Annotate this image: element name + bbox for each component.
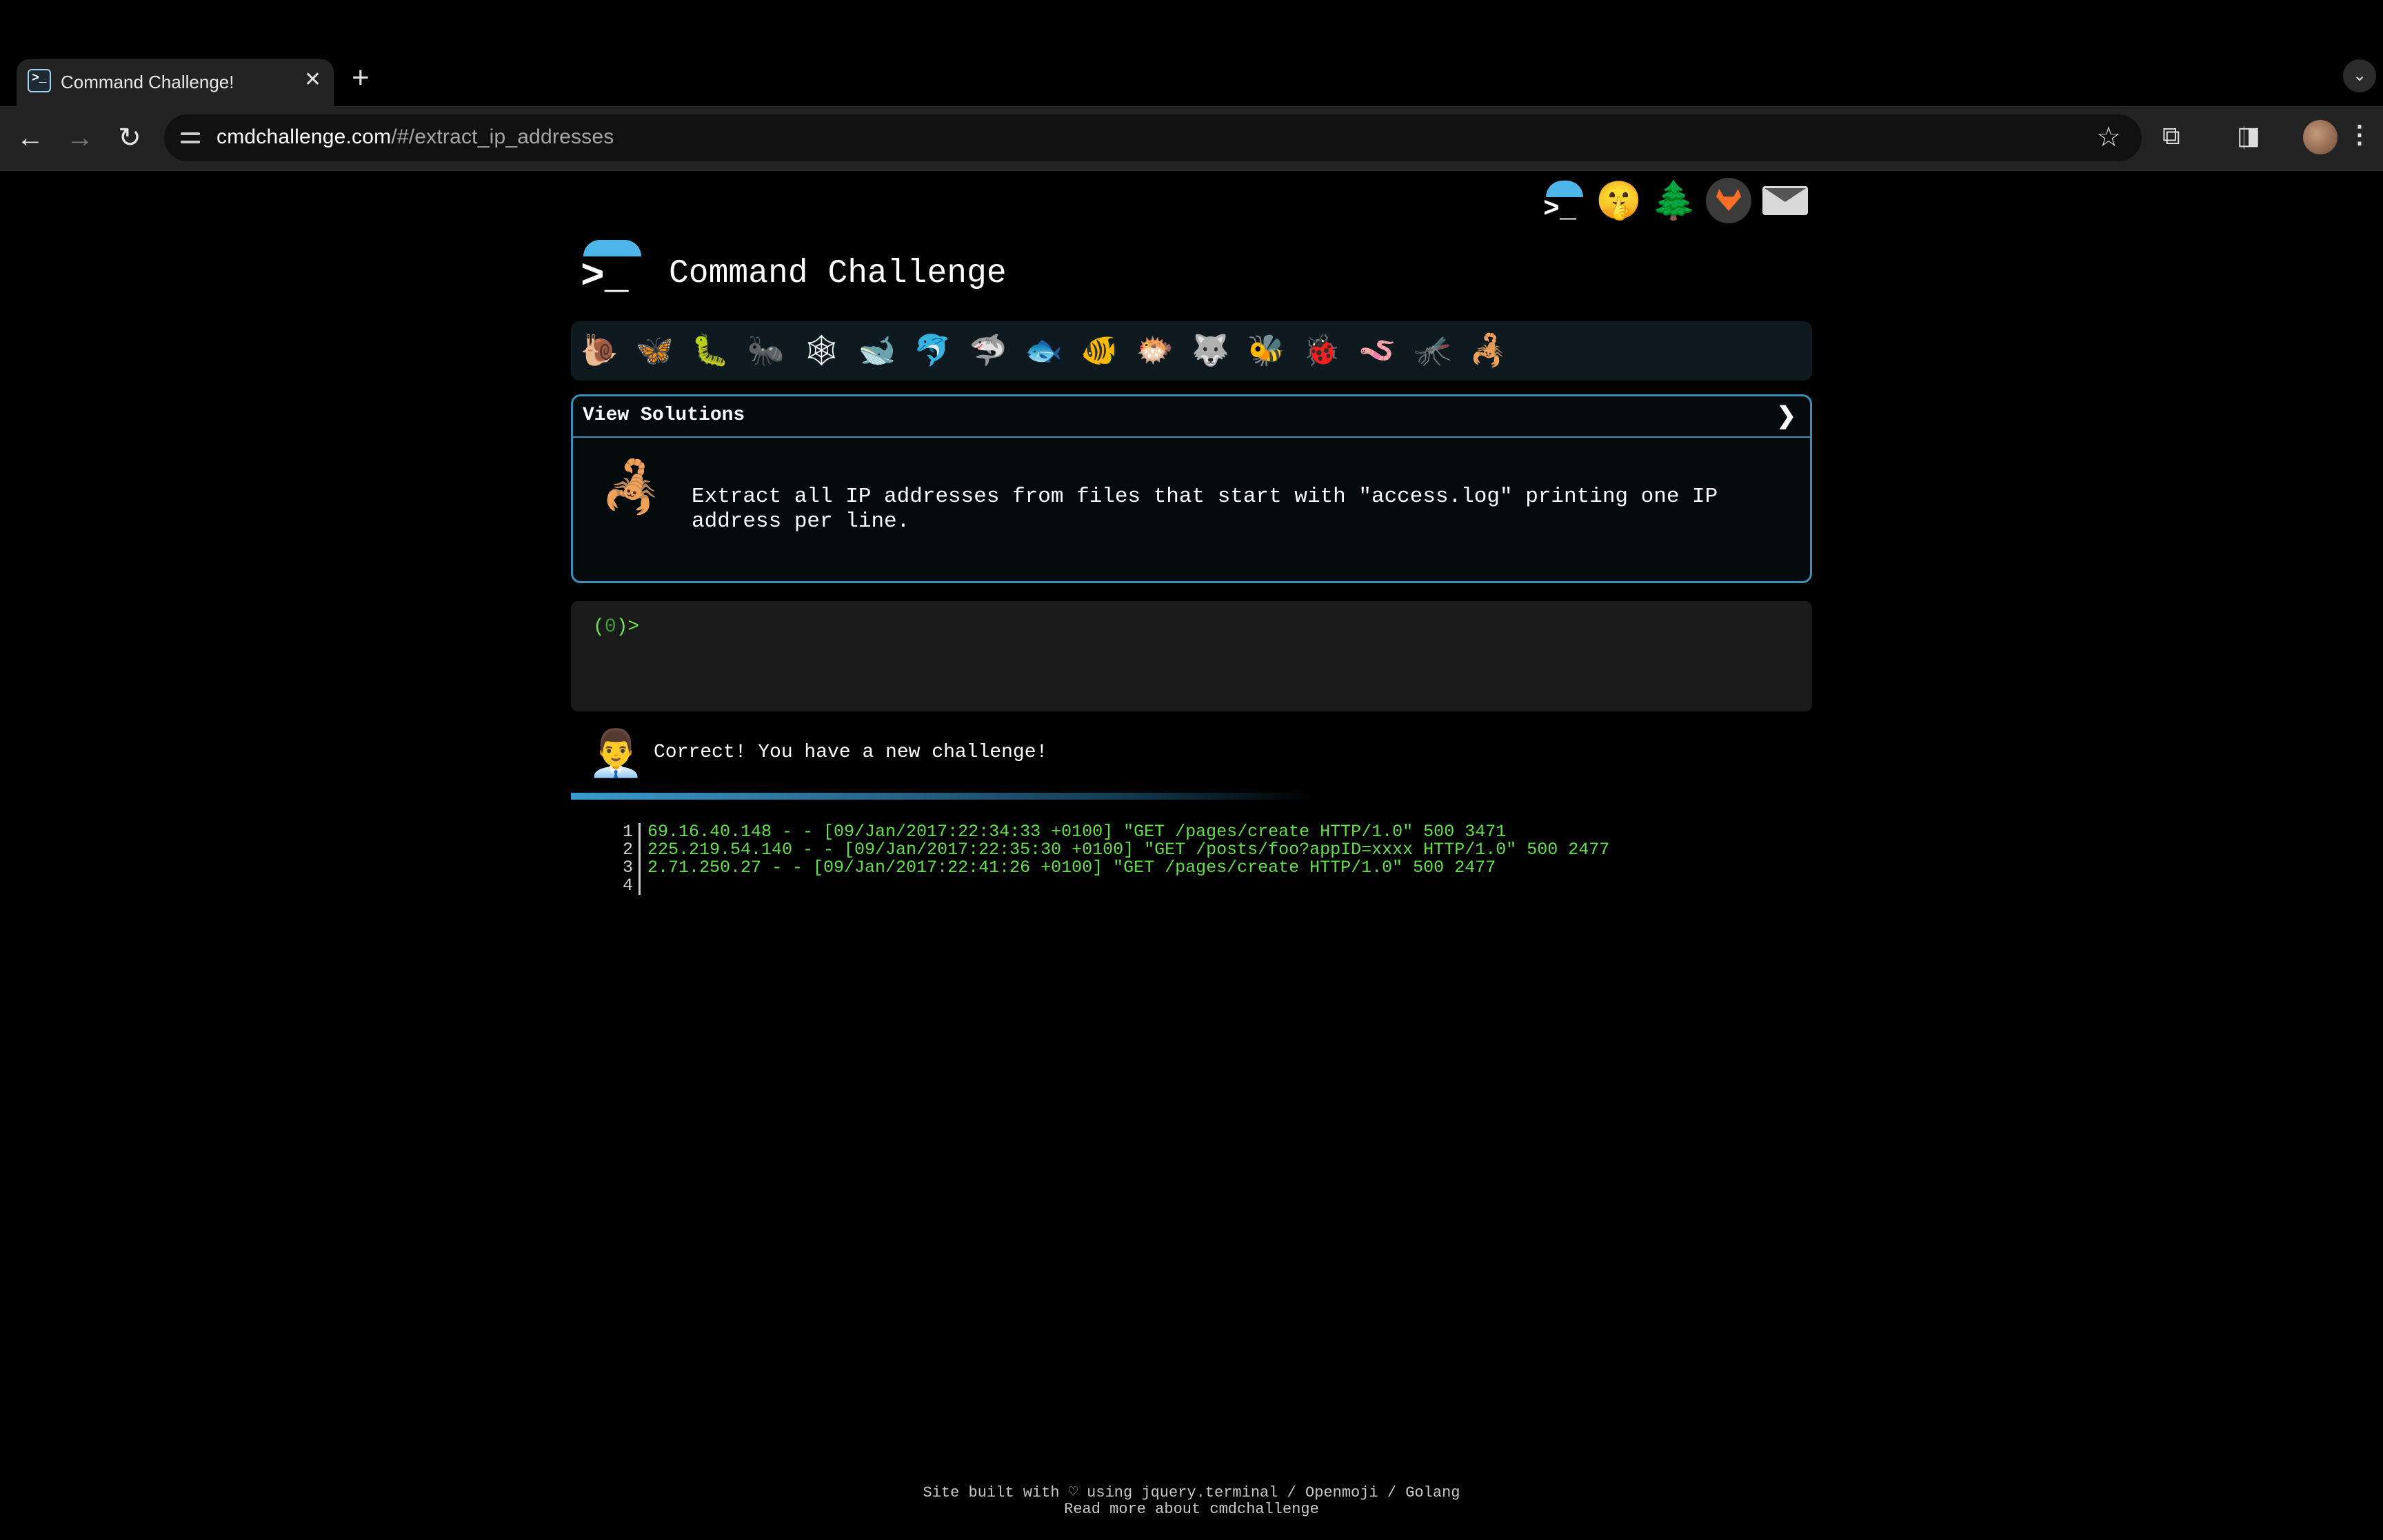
- forward-arrow-icon[interactable]: →: [63, 121, 97, 154]
- line-number: 4: [607, 877, 641, 895]
- shush-face-icon[interactable]: 🤫: [1596, 178, 1642, 223]
- logo-prompt-text: >_: [581, 255, 629, 300]
- line-number: 3: [607, 859, 641, 877]
- person-avatar-icon: 👨‍💼: [587, 727, 645, 778]
- output-text: 225.219.54.140 - - [09/Jan/2017:22:35:30…: [647, 840, 1610, 860]
- footer-credits[interactable]: Site built with ♡ using jquery.terminal …: [0, 1485, 2383, 1501]
- bookmark-star-icon[interactable]: ☆: [2096, 121, 2121, 153]
- back-arrow-icon[interactable]: ←: [14, 121, 47, 154]
- view-solutions-header[interactable]: View Solutions ❯: [573, 396, 1810, 438]
- tropical-fish-icon[interactable]: 🐠: [1079, 332, 1119, 369]
- mail-icon[interactable]: [1762, 186, 1808, 215]
- output-line: 3 2.71.250.27 - - [09/Jan/2017:22:41:26 +…: [607, 859, 1609, 877]
- tab-search-chevron-icon[interactable]: ⌄: [2343, 59, 2376, 92]
- ladybug-icon[interactable]: 🐞: [1302, 332, 1342, 369]
- worm-icon[interactable]: 🪱: [1357, 332, 1397, 369]
- output-text: 2.71.250.27 - - [09/Jan/2017:22:41:26 +0…: [647, 858, 1496, 878]
- whale-icon[interactable]: 🐋: [857, 332, 897, 369]
- dolphin-icon[interactable]: 🐬: [913, 332, 953, 369]
- address-bar[interactable]: cmdchallenge.com/#/extract_ip_addresses …: [164, 114, 2142, 161]
- view-solutions-label: View Solutions: [583, 405, 745, 426]
- line-number: 1: [607, 823, 641, 841]
- side-panel-icon[interactable]: ◨: [2237, 121, 2260, 150]
- browser-tab[interactable]: Command Challenge! ✕: [17, 59, 334, 106]
- pufferfish-icon[interactable]: 🐡: [1135, 332, 1175, 369]
- snail-icon[interactable]: 🐌: [579, 332, 619, 369]
- feedback-message: Correct! You have a new challenge!: [654, 742, 1048, 763]
- browser-tabstrip: Command Challenge! ✕ + ⌄: [0, 0, 2383, 106]
- output-text: 69.16.40.148 - - [09/Jan/2017:22:34:33 +…: [647, 822, 1507, 842]
- challenge-panel: View Solutions ❯ 🦂 Extract all IP addres…: [571, 394, 1812, 583]
- gitlab-icon[interactable]: [1706, 178, 1751, 223]
- spider-web-icon[interactable]: 🕸: [801, 332, 841, 369]
- tab-favicon-icon: [28, 69, 51, 92]
- terminal-input[interactable]: (0)>: [571, 601, 1812, 711]
- output-line: 1 69.16.40.148 - - [09/Jan/2017:22:34:33 …: [607, 823, 1609, 841]
- browser-toolbar: ← → ↻ cmdchallenge.com/#/extract_ip_addr…: [0, 106, 2383, 170]
- tree-icon[interactable]: 🌲: [1651, 178, 1697, 223]
- toolbar-divider-line: [0, 170, 2383, 171]
- fish-icon[interactable]: 🐟: [1024, 332, 1064, 369]
- command-output: 1 69.16.40.148 - - [09/Jan/2017:22:34:33 …: [607, 823, 1609, 895]
- terminal-prompt: (0)>: [593, 616, 640, 638]
- extensions-puzzle-icon[interactable]: ⧉: [2162, 121, 2180, 151]
- reload-icon[interactable]: ↻: [113, 121, 146, 154]
- caterpillar-icon[interactable]: 🐛: [690, 332, 730, 369]
- cmdchallenge-logo-icon[interactable]: >_: [1540, 181, 1589, 229]
- site-info-icon[interactable]: [179, 127, 201, 149]
- challenge-description: Extract all IP addresses from files that…: [692, 485, 1718, 534]
- scorpion-icon[interactable]: 🦂: [1469, 332, 1509, 369]
- close-tab-icon[interactable]: ✕: [304, 68, 321, 92]
- butterfly-icon[interactable]: 🦋: [635, 332, 675, 369]
- bee-icon[interactable]: 🐝: [1246, 332, 1286, 369]
- browser-menu-icon[interactable]: ⋮: [2347, 120, 2372, 149]
- profile-avatar[interactable]: [2303, 120, 2337, 154]
- site-logo[interactable]: >_: [581, 240, 644, 300]
- line-number: 2: [607, 841, 641, 859]
- footer-about-link[interactable]: Read more about cmdchallenge: [0, 1501, 2383, 1518]
- output-line: 4: [607, 877, 1609, 895]
- ant-icon[interactable]: 🐜: [746, 332, 786, 369]
- output-line: 2 225.219.54.140 - - [09/Jan/2017:22:35:3…: [607, 841, 1609, 859]
- challenge-bar: 🐌 🦋 🐛 🐜 🕸 🐋 🐬 🦈 🐟 🐠 🐡 🐺 🐝 🐞 🪱 🦟 🦂: [571, 321, 1812, 381]
- top-links: >_ 🤫 🌲: [1540, 174, 1816, 229]
- feedback-divider: [571, 793, 1316, 800]
- new-tab-icon[interactable]: +: [352, 61, 370, 95]
- shark-icon[interactable]: 🦈: [968, 332, 1008, 369]
- url-text[interactable]: cmdchallenge.com/#/extract_ip_addresses: [217, 125, 614, 149]
- mosquito-icon[interactable]: 🦟: [1413, 332, 1453, 369]
- tab-title: Command Challenge!: [61, 72, 234, 92]
- prompt-counter: 0: [604, 616, 616, 638]
- url-path: /#/extract_ip_addresses: [391, 125, 614, 148]
- url-domain: cmdchallenge.com: [217, 125, 392, 148]
- chevron-right-icon[interactable]: ❯: [1777, 402, 1797, 429]
- wolf-icon[interactable]: 🐺: [1191, 332, 1231, 369]
- page-title: Command Challenge: [669, 255, 1007, 292]
- scorpion-icon: 🦂: [601, 460, 663, 515]
- footer: Site built with ♡ using jquery.terminal …: [0, 1485, 2383, 1518]
